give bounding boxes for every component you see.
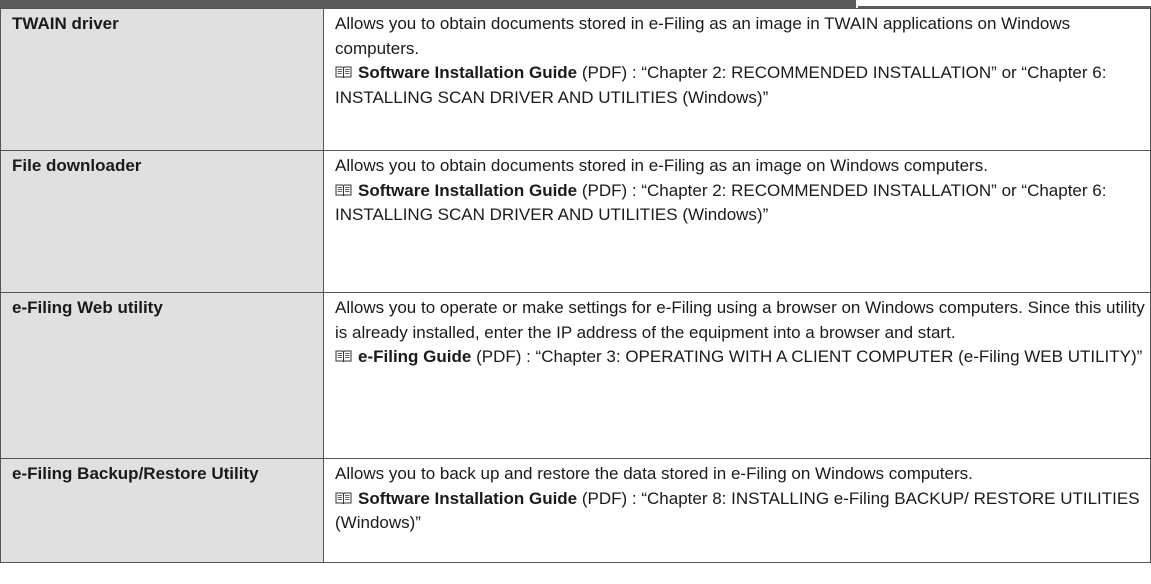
book-icon: [335, 350, 352, 363]
utility-description-cell: Allows you to back up and restore the da…: [323, 458, 1151, 563]
manual-reference: Software Installation Guide (PDF) : “Cha…: [335, 487, 1150, 536]
guide-name[interactable]: Software Installation Guide: [358, 181, 577, 200]
table-row: e-Filing Web utility Allows you to opera…: [0, 292, 1151, 459]
manual-reference: e-Filing Guide (PDF) : “Chapter 3: OPERA…: [335, 345, 1150, 370]
book-icon: [335, 492, 352, 504]
table-row: e-Filing Backup/Restore Utility Allows y…: [0, 458, 1151, 563]
utility-description: Allows you to back up and restore the da…: [335, 464, 973, 483]
guide-name[interactable]: Software Installation Guide: [358, 489, 577, 508]
table-header-bar: [0, 0, 856, 8]
guide-reference: (PDF) : “Chapter 3: OPERATING WITH A CLI…: [471, 347, 1143, 366]
book-icon: [335, 66, 352, 79]
guide-name[interactable]: e-Filing Guide: [358, 347, 471, 366]
table-row: File downloader Allows you to obtain doc…: [0, 150, 1151, 293]
utilities-table: TWAIN driver Allows you to obtain docume…: [0, 8, 1151, 563]
utility-name: TWAIN driver: [0, 8, 324, 151]
utility-description-cell: Allows you to obtain documents stored in…: [323, 150, 1151, 293]
manual-reference: Software Installation Guide (PDF) : “Cha…: [335, 61, 1150, 110]
utility-description: Allows you to obtain documents stored in…: [335, 14, 1071, 58]
utility-name: File downloader: [0, 150, 324, 293]
utility-description-cell: Allows you to obtain documents stored in…: [323, 8, 1151, 151]
utility-name: e-Filing Web utility: [0, 292, 324, 459]
utility-description-cell: Allows you to operate or make settings f…: [323, 292, 1151, 459]
table-row: TWAIN driver Allows you to obtain docume…: [0, 8, 1151, 151]
book-icon: [335, 184, 352, 196]
guide-name[interactable]: Software Installation Guide: [358, 63, 577, 82]
utility-description: Allows you to obtain documents stored in…: [335, 156, 988, 175]
utility-name: e-Filing Backup/Restore Utility: [0, 458, 324, 563]
manual-reference: Software Installation Guide (PDF) : “Cha…: [335, 179, 1150, 228]
utility-description: Allows you to operate or make settings f…: [335, 298, 1145, 342]
